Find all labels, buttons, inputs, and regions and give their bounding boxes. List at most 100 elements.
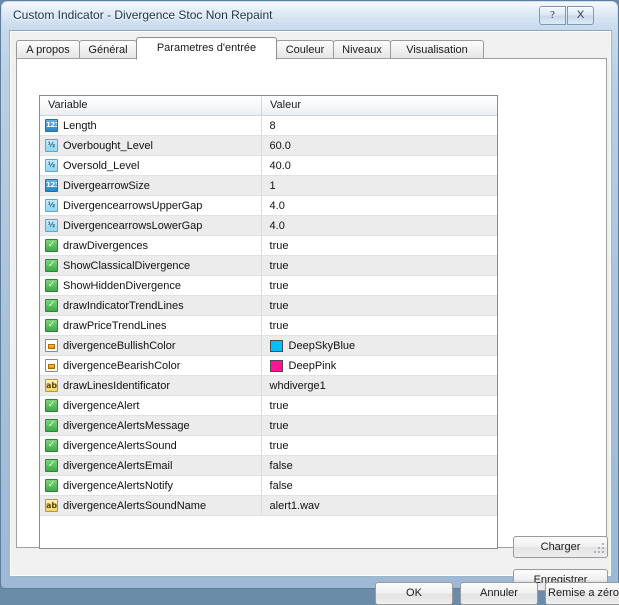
table-row[interactable]: 123 DivergearrowSize 1 [40,176,497,196]
cell-value[interactable]: true [262,276,497,295]
variable-name: drawLinesIdentificator [63,379,171,392]
parameters-table[interactable]: Variable Valeur 123 Length 8 ½ Overbought_Le… [39,95,498,549]
cell-value[interactable]: 40.0 [262,156,497,175]
cell-value[interactable]: DeepPink [262,356,497,375]
cell-value[interactable]: true [262,316,497,335]
client-inner: A propos Général Parametres d'entrée Couleu… [10,31,619,605]
table-row[interactable]: ✓ divergenceAlertsEmail false [40,456,497,476]
table-row[interactable]: ✓ drawIndicatorTrendLines true [40,296,497,316]
table-row[interactable]: ✓ divergenceAlertsNotify false [40,476,497,496]
cell-variable: ✓ divergenceAlertsEmail [40,456,262,475]
cell-value[interactable]: DeepSkyBlue [262,336,497,355]
cell-value[interactable]: alert1.wav [262,496,497,515]
double-icon: ½ [45,219,58,232]
variable-name: divergenceAlertsSound [63,439,177,452]
bool-icon: ✓ [45,459,58,472]
tab-g-n-ral[interactable]: Général [79,40,137,59]
table-row[interactable]: ab divergenceAlertsSoundName alert1.wav [40,496,497,516]
variable-name: ShowHiddenDivergence [63,279,182,292]
resize-grip-icon[interactable] [594,543,606,555]
variable-name: divergenceAlertsSoundName [63,499,207,512]
tab-couleur[interactable]: Couleur [276,40,334,59]
cell-value[interactable]: 8 [262,116,497,135]
bool-icon: ✓ [45,259,58,272]
client-area: A propos Général Parametres d'entrée Couleu… [9,30,619,605]
cell-value[interactable]: true [262,236,497,255]
cell-value[interactable]: whdiverge1 [262,376,497,395]
color-swatch [269,359,283,372]
variable-name: DivergencearrowsLowerGap [63,219,203,232]
table-row[interactable]: ½ Oversold_Level 40.0 [40,156,497,176]
tab-a-propos[interactable]: A propos [16,40,80,59]
table-row[interactable]: ✓ drawPriceTrendLines true [40,316,497,336]
cell-value[interactable]: true [262,436,497,455]
table-row[interactable]: ✓ divergenceAlert true [40,396,497,416]
cell-value[interactable]: 60.0 [262,136,497,155]
tab-page-parametres-entree: Variable Valeur 123 Length 8 ½ Overbought_Le… [16,58,608,591]
tab-niveaux[interactable]: Niveaux [333,40,391,59]
title-bar[interactable]: Custom Indicator - Divergence Stoc Non R… [1,1,619,31]
tab-parametres-d-entr-e[interactable]: Parametres d'entrée [136,37,277,60]
table-row[interactable]: ✓ ShowClassicalDivergence true [40,256,497,276]
cell-variable: divergenceBullishColor [40,336,262,355]
variable-name: divergenceAlertsMessage [63,419,190,432]
help-icon[interactable]: ? [539,6,566,25]
cell-variable: ✓ divergenceAlertsSound [40,436,262,455]
string-icon: ab [45,499,58,512]
table-row[interactable]: divergenceBearishColor DeepPink [40,356,497,376]
close-icon[interactable]: X [567,6,594,25]
table-row[interactable]: 123 Length 8 [40,116,497,136]
table-row[interactable]: ½ Overbought_Level 60.0 [40,136,497,156]
variable-name: divergenceAlertsNotify [63,479,174,492]
double-icon: ½ [45,199,58,212]
cancel-button[interactable]: Annuler [460,582,538,605]
variable-name: DivergencearrowsUpperGap [63,199,203,212]
cell-variable: 123 DivergearrowSize [40,176,262,195]
table-row[interactable]: ✓ divergenceAlertsMessage true [40,416,497,436]
cell-value[interactable]: false [262,456,497,475]
value-text: DeepSkyBlue [288,339,356,352]
table-row[interactable]: ab drawLinesIdentificator whdiverge1 [40,376,497,396]
bool-icon: ✓ [45,419,58,432]
variable-name: Oversold_Level [63,159,140,172]
table-row[interactable]: ✓ ShowHiddenDivergence true [40,276,497,296]
table-row[interactable]: ✓ divergenceAlertsSound true [40,436,497,456]
cell-value[interactable]: 1 [262,176,497,195]
cell-value[interactable]: 4.0 [262,216,497,235]
reset-button[interactable]: Remise a zéro [545,582,619,605]
window-title: Custom Indicator - Divergence Stoc Non R… [13,8,273,22]
column-header-variable: Variable [40,96,262,115]
cell-value[interactable]: true [262,256,497,275]
cell-value[interactable]: false [262,476,497,495]
table-row[interactable]: ½ DivergencearrowsLowerGap 4.0 [40,216,497,236]
table-row[interactable]: ✓ drawDivergences true [40,236,497,256]
variable-name: Length [63,119,97,132]
color-swatch [269,339,283,352]
tab-strip: A propos Général Parametres d'entrée Couleu… [16,37,596,60]
double-icon: ½ [45,159,58,172]
cell-variable: ✓ ShowHiddenDivergence [40,276,262,295]
variable-name: drawPriceTrendLines [63,319,167,332]
cell-variable: ½ DivergencearrowsLowerGap [40,216,262,235]
table-row[interactable]: divergenceBullishColor DeepSkyBlue [40,336,497,356]
cell-value[interactable]: true [262,296,497,315]
bool-icon: ✓ [45,399,58,412]
tab-visualisation[interactable]: Visualisation [390,40,484,59]
value-text: DeepPink [288,359,337,372]
table-row[interactable]: ½ DivergencearrowsUpperGap 4.0 [40,196,497,216]
color-icon [45,359,58,372]
cell-value[interactable]: 4.0 [262,196,497,215]
cell-value[interactable]: true [262,416,497,435]
variable-name: drawIndicatorTrendLines [63,299,184,312]
variable-name: drawDivergences [63,239,148,252]
ok-button[interactable]: OK [375,582,453,605]
bool-icon: ✓ [45,439,58,452]
cell-variable: 123 Length [40,116,262,135]
cell-value[interactable]: true [262,396,497,415]
color-icon [45,339,58,352]
cell-variable: ✓ drawDivergences [40,236,262,255]
dialog-window: Custom Indicator - Divergence Stoc Non R… [0,0,619,605]
int-icon: 123 [45,179,58,192]
cell-variable: ab drawLinesIdentificator [40,376,262,395]
cell-variable: ✓ divergenceAlert [40,396,262,415]
